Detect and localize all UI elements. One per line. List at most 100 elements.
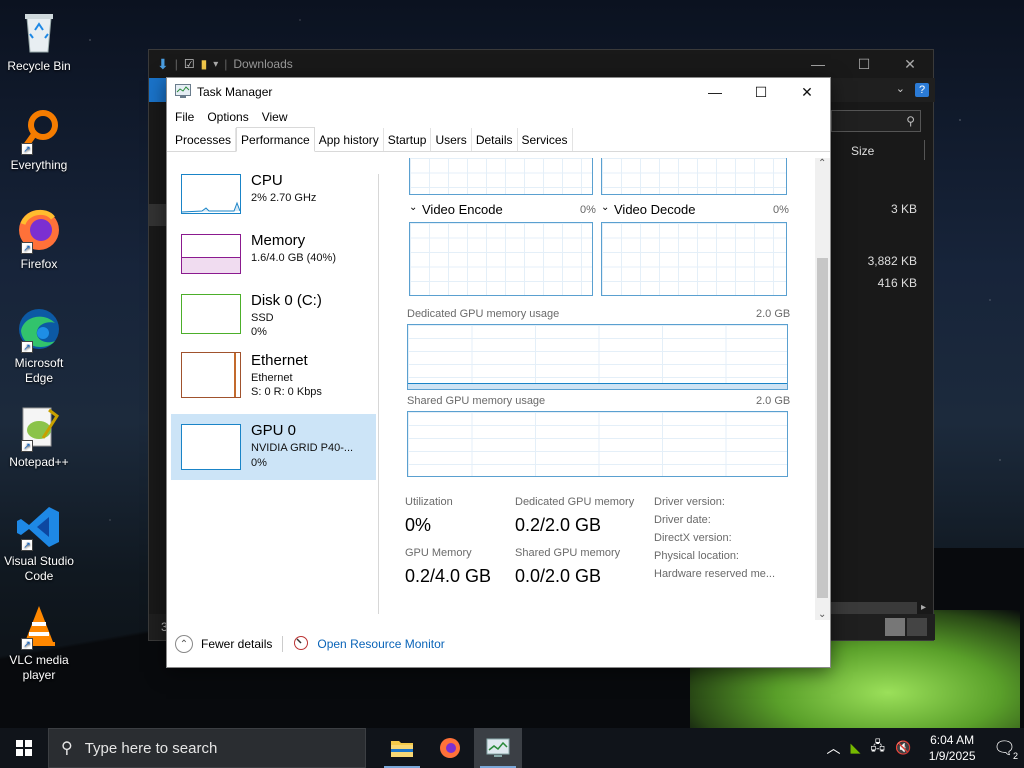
shared-memory-max: 2.0 GB	[756, 395, 791, 407]
desktop-icon-vlc[interactable]: ↗ VLC media player	[0, 602, 78, 683]
notepadpp-icon: ↗	[15, 404, 63, 452]
explorer-titlebar[interactable]: ⬇ | ☑ ▮ ▾ | Downloads — ☐ ✕	[149, 50, 933, 78]
chevron-up-icon[interactable]: ⌃	[175, 635, 193, 653]
scroll-down-icon[interactable]: ⌄	[818, 609, 826, 620]
task-manager-titlebar[interactable]: Task Manager — ☐ ✕	[167, 78, 830, 106]
menu-options[interactable]: Options	[207, 110, 248, 124]
sidebar-disk-type: SSD	[251, 312, 274, 324]
shortcut-arrow-icon: ↗	[21, 242, 33, 254]
column-divider	[924, 140, 925, 160]
explorer-search-box[interactable]: ⚲	[831, 110, 921, 132]
shortcut-arrow-icon: ↗	[21, 440, 33, 452]
collapse-chevron-icon[interactable]: ⌄	[601, 202, 609, 213]
tab-performance[interactable]: Performance	[236, 127, 315, 152]
desktop-icon-edge[interactable]: ↗ Microsoft Edge	[0, 305, 78, 386]
shared-memory-label: Shared GPU memory	[515, 547, 621, 559]
ribbon-expand-icon[interactable]: ⌄	[896, 82, 905, 95]
start-button[interactable]	[0, 728, 48, 768]
sidebar-disk-usage: 0%	[251, 326, 267, 338]
nav-pane-selection[interactable]	[149, 204, 167, 226]
window-title: Task Manager	[197, 85, 273, 99]
close-icon[interactable]: ✕	[887, 56, 933, 73]
desktop-icon-label: Recycle Bin	[7, 59, 71, 73]
properties-icon[interactable]: ☑	[184, 57, 195, 71]
dedicated-memory-value: 0.2/2.0 GB	[515, 515, 602, 535]
clock[interactable]: 6:04 AM 1/9/2025	[921, 732, 983, 764]
vertical-scrollbar[interactable]: ⌃ ⌄	[815, 158, 830, 620]
gpu-memory-value: 0.2/4.0 GB	[405, 566, 492, 586]
ethernet-thumbnail-graph	[181, 352, 241, 398]
file-tab[interactable]	[149, 78, 167, 102]
taskbar-search-box[interactable]: ⚲ Type here to search	[48, 728, 366, 768]
sidebar-item-disk[interactable]: Disk 0 (C:) SSD 0%	[171, 288, 376, 348]
sidebar-ethernet-name: Ethernet	[251, 352, 308, 369]
file-size: 3 KB	[890, 202, 917, 216]
sidebar-cpu-usage: 2% 2.70 GHz	[251, 192, 317, 204]
taskbar-task-manager[interactable]	[474, 728, 522, 768]
help-icon[interactable]: ?	[915, 83, 929, 97]
open-resource-monitor-link[interactable]: Open Resource Monitor	[317, 637, 444, 651]
desktop-icon-vscode[interactable]: ↗ Visual Studio Code	[0, 503, 78, 584]
task-manager-window[interactable]: Task Manager — ☐ ✕ File Options View Pro…	[166, 77, 831, 668]
close-icon[interactable]: ✕	[784, 78, 830, 106]
disk-thumbnail-graph	[181, 294, 241, 334]
large-icons-view-button[interactable]	[907, 618, 927, 636]
sidebar-item-ethernet[interactable]: Ethernet Ethernet S: 0 R: 0 Kbps	[171, 348, 376, 408]
video-encode-pct: 0%	[580, 204, 596, 216]
size-column-header[interactable]: Size	[851, 144, 874, 158]
minimize-icon[interactable]: —	[692, 78, 738, 106]
separator: |	[174, 57, 178, 71]
notifications-icon[interactable]: 🗨 2	[993, 738, 1020, 761]
desktop-icon-recycle-bin[interactable]: Recycle Bin	[0, 8, 78, 74]
tab-startup[interactable]: Startup	[384, 128, 432, 151]
details-view-button[interactable]	[885, 618, 905, 636]
collapse-chevron-icon[interactable]: ⌄	[409, 202, 417, 213]
explorer-title: Downloads	[233, 57, 293, 71]
tab-services[interactable]: Services	[518, 128, 573, 151]
desktop-icon-notepadpp[interactable]: ↗ Notepad++	[0, 404, 78, 470]
video-decode-pct: 0%	[773, 204, 789, 216]
tab-processes[interactable]: Processes	[171, 128, 237, 151]
tab-users[interactable]: Users	[431, 128, 472, 151]
volume-muted-icon[interactable]: 🔇	[895, 740, 911, 756]
firefox-icon: ↗	[15, 206, 63, 254]
fewer-details-link[interactable]: Fewer details	[201, 637, 272, 651]
nvidia-icon[interactable]: ◣	[850, 740, 860, 756]
minimize-icon[interactable]: —	[795, 56, 841, 73]
scrollbar-thumb[interactable]	[817, 258, 828, 598]
taskbar-file-explorer[interactable]	[378, 728, 426, 768]
gpu-engine-graph-partial	[409, 158, 593, 195]
maximize-icon[interactable]: ☐	[841, 56, 887, 73]
sidebar-item-cpu[interactable]: CPU 2% 2.70 GHz	[171, 168, 376, 228]
desktop-icon-firefox[interactable]: ↗ Firefox	[0, 206, 78, 272]
scroll-up-icon[interactable]: ⌃	[818, 158, 826, 169]
edge-icon: ↗	[15, 305, 63, 353]
performance-sidebar: CPU 2% 2.70 GHz Memory 1.6/4.0 GB (40%) …	[171, 158, 376, 480]
scroll-right-icon[interactable]: ▸	[921, 602, 926, 613]
tab-app-history[interactable]: App history	[315, 128, 384, 151]
menu-view[interactable]: View	[262, 110, 288, 124]
quick-access-dropdown-icon[interactable]: ▾	[213, 59, 218, 70]
utilization-value: 0%	[405, 515, 432, 535]
video-encode-graph	[409, 222, 593, 296]
menu-file[interactable]: File	[175, 110, 194, 124]
sidebar-item-gpu[interactable]: GPU 0 NVIDIA GRID P40-... 0%	[171, 414, 376, 480]
sidebar-item-memory[interactable]: Memory 1.6/4.0 GB (40%)	[171, 228, 376, 288]
task-manager-footer: ⌃ Fewer details Open Resource Monitor	[167, 621, 830, 667]
video-decode-label[interactable]: Video Decode	[614, 202, 695, 217]
sidebar-cpu-name: CPU	[251, 172, 283, 189]
desktop-icon-everything[interactable]: ↗ Everything	[0, 107, 78, 173]
video-encode-label[interactable]: Video Encode	[422, 202, 503, 217]
taskbar: ⚲ Type here to search ︿ ◣ 🖧 🔇 6:04 AM 1/…	[0, 728, 1024, 768]
maximize-icon[interactable]: ☐	[738, 78, 784, 106]
taskbar-firefox[interactable]	[426, 728, 474, 768]
shortcut-arrow-icon: ↗	[21, 539, 33, 551]
memory-thumbnail-graph	[181, 234, 241, 274]
show-hidden-icons-chevron-icon[interactable]: ︿	[826, 738, 840, 758]
tab-details[interactable]: Details	[472, 128, 518, 151]
network-icon[interactable]: 🖧	[870, 737, 885, 759]
sidebar-gpu-name: GPU 0	[251, 422, 297, 439]
system-tray: ︿ ◣ 🖧 🔇 6:04 AM 1/9/2025 🗨 2	[826, 728, 1024, 768]
search-placeholder: Type here to search	[84, 739, 218, 757]
folder-icon[interactable]: ▮	[201, 57, 208, 71]
